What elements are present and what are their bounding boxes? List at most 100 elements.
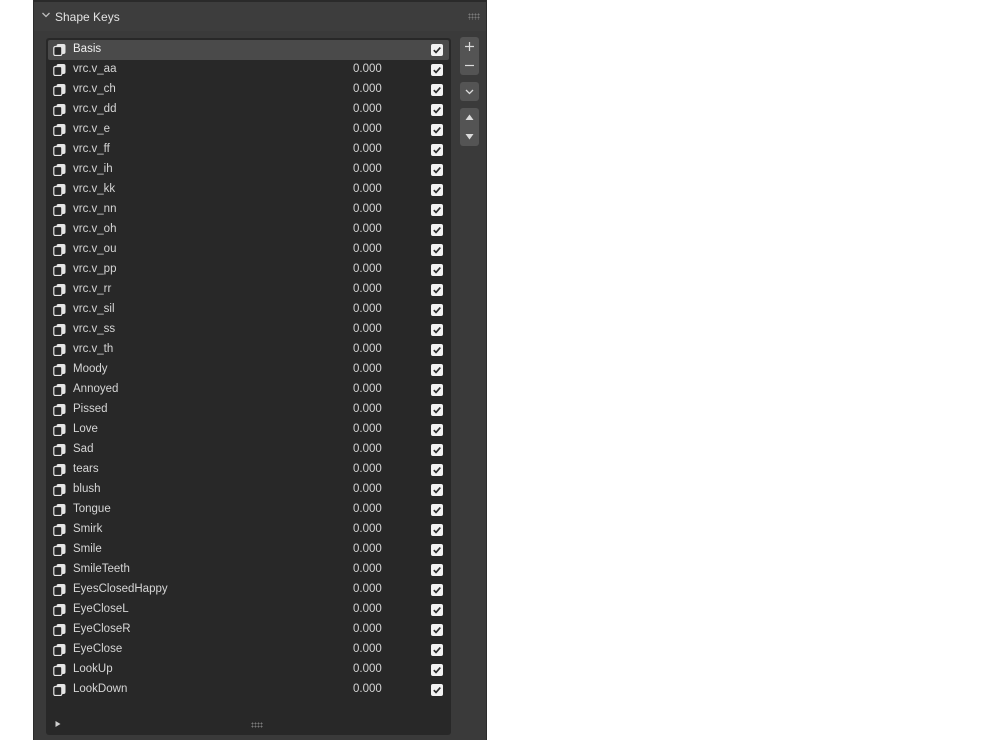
shape-key-row[interactable]: Love 0.000 <box>48 420 449 440</box>
shape-key-row[interactable]: blush 0.000 <box>48 480 449 500</box>
shape-key-value[interactable]: 0.000 <box>353 303 382 315</box>
shape-key-value[interactable]: 0.000 <box>353 543 382 555</box>
shape-key-name[interactable]: vrc.v_th <box>73 343 113 355</box>
shape-key-enabled-checkbox[interactable] <box>431 144 443 156</box>
shape-key-row[interactable]: vrc.v_sil 0.000 <box>48 300 449 320</box>
shape-key-enabled-checkbox[interactable] <box>431 384 443 396</box>
shape-key-enabled-checkbox[interactable] <box>431 464 443 476</box>
shape-key-row[interactable]: LookDown 0.000 <box>48 680 449 700</box>
triangle-right-icon[interactable] <box>54 720 62 728</box>
shape-key-enabled-checkbox[interactable] <box>431 84 443 96</box>
shape-key-enabled-checkbox[interactable] <box>431 424 443 436</box>
list-resize-grip-icon[interactable] <box>251 722 263 728</box>
shape-key-enabled-checkbox[interactable] <box>431 64 443 76</box>
shape-key-enabled-checkbox[interactable] <box>431 204 443 216</box>
shape-key-row[interactable]: tears 0.000 <box>48 460 449 480</box>
shape-key-name[interactable]: Love <box>73 423 98 435</box>
shape-key-value[interactable]: 0.000 <box>353 363 382 375</box>
shape-key-name[interactable]: SmileTeeth <box>73 563 130 575</box>
shape-key-name[interactable]: vrc.v_dd <box>73 103 116 115</box>
shape-key-value[interactable]: 0.000 <box>353 383 382 395</box>
shape-key-name[interactable]: vrc.v_e <box>73 123 110 135</box>
shape-key-value[interactable]: 0.000 <box>353 63 382 75</box>
shape-key-row[interactable]: vrc.v_e 0.000 <box>48 120 449 140</box>
shape-key-enabled-checkbox[interactable] <box>431 604 443 616</box>
shape-key-row[interactable]: vrc.v_kk 0.000 <box>48 180 449 200</box>
shape-key-enabled-checkbox[interactable] <box>431 564 443 576</box>
shape-key-name[interactable]: Annoyed <box>73 383 118 395</box>
shape-key-enabled-checkbox[interactable] <box>431 524 443 536</box>
shape-key-name[interactable]: vrc.v_aa <box>73 63 116 75</box>
grip-dots-icon[interactable] <box>468 13 480 20</box>
shape-key-value[interactable]: 0.000 <box>353 423 382 435</box>
shape-key-row[interactable]: EyeCloseR 0.000 <box>48 620 449 640</box>
shape-key-enabled-checkbox[interactable] <box>431 124 443 136</box>
remove-shape-key-button[interactable] <box>460 56 479 75</box>
shape-key-value[interactable]: 0.000 <box>353 283 382 295</box>
shape-key-value[interactable]: 0.000 <box>353 683 382 695</box>
shape-key-row[interactable]: Annoyed 0.000 <box>48 380 449 400</box>
shape-key-row[interactable]: LookUp 0.000 <box>48 660 449 680</box>
shape-key-row[interactable]: Moody 0.000 <box>48 360 449 380</box>
shape-key-value[interactable]: 0.000 <box>353 403 382 415</box>
shape-key-name[interactable]: blush <box>73 483 101 495</box>
shape-key-name[interactable]: vrc.v_ou <box>73 243 116 255</box>
shape-key-row[interactable]: vrc.v_ch 0.000 <box>48 80 449 100</box>
shape-key-name[interactable]: vrc.v_ss <box>73 323 115 335</box>
shape-key-name[interactable]: vrc.v_ch <box>73 83 116 95</box>
shape-key-name[interactable]: Smile <box>73 543 102 555</box>
shape-key-row[interactable]: vrc.v_th 0.000 <box>48 340 449 360</box>
shape-key-value[interactable]: 0.000 <box>353 343 382 355</box>
shape-key-row[interactable]: EyeClose 0.000 <box>48 640 449 660</box>
shape-key-enabled-checkbox[interactable] <box>431 344 443 356</box>
shape-key-value[interactable]: 0.000 <box>353 503 382 515</box>
shape-key-row[interactable]: vrc.v_ou 0.000 <box>48 240 449 260</box>
shape-key-name[interactable]: vrc.v_pp <box>73 263 116 275</box>
shape-key-value[interactable]: 0.000 <box>353 123 382 135</box>
shape-key-name[interactable]: vrc.v_oh <box>73 223 116 235</box>
shape-key-value[interactable]: 0.000 <box>353 203 382 215</box>
shape-key-value[interactable]: 0.000 <box>353 223 382 235</box>
shape-key-name[interactable]: vrc.v_ih <box>73 163 113 175</box>
shape-key-name[interactable]: EyeCloseR <box>73 623 131 635</box>
shape-key-row[interactable]: Basis <box>48 40 449 60</box>
shape-key-name[interactable]: vrc.v_sil <box>73 303 115 315</box>
shape-key-value[interactable]: 0.000 <box>353 183 382 195</box>
shape-key-enabled-checkbox[interactable] <box>431 304 443 316</box>
shape-key-name[interactable]: vrc.v_ff <box>73 143 110 155</box>
shape-key-enabled-checkbox[interactable] <box>431 444 443 456</box>
shape-key-name[interactable]: Sad <box>73 443 93 455</box>
shape-key-name[interactable]: LookDown <box>73 683 127 695</box>
shape-key-enabled-checkbox[interactable] <box>431 584 443 596</box>
shape-key-row[interactable]: vrc.v_ih 0.000 <box>48 160 449 180</box>
shape-key-name[interactable]: vrc.v_nn <box>73 203 116 215</box>
shape-key-enabled-checkbox[interactable] <box>431 184 443 196</box>
shape-key-value[interactable]: 0.000 <box>353 143 382 155</box>
shape-key-name[interactable]: LookUp <box>73 663 113 675</box>
shape-key-enabled-checkbox[interactable] <box>431 284 443 296</box>
shape-key-enabled-checkbox[interactable] <box>431 664 443 676</box>
shape-key-name[interactable]: Moody <box>73 363 108 375</box>
shape-key-name[interactable]: EyeClose <box>73 643 122 655</box>
shape-key-enabled-checkbox[interactable] <box>431 644 443 656</box>
shape-key-row[interactable]: vrc.v_pp 0.000 <box>48 260 449 280</box>
shape-key-value[interactable]: 0.000 <box>353 643 382 655</box>
shape-key-row[interactable]: SmileTeeth 0.000 <box>48 560 449 580</box>
shape-key-value[interactable]: 0.000 <box>353 563 382 575</box>
shape-key-row[interactable]: vrc.v_rr 0.000 <box>48 280 449 300</box>
shape-key-enabled-checkbox[interactable] <box>431 104 443 116</box>
shape-key-enabled-checkbox[interactable] <box>431 44 443 56</box>
shape-key-enabled-checkbox[interactable] <box>431 624 443 636</box>
shape-key-enabled-checkbox[interactable] <box>431 504 443 516</box>
shape-key-row[interactable]: vrc.v_oh 0.000 <box>48 220 449 240</box>
shape-key-value[interactable]: 0.000 <box>353 103 382 115</box>
shape-key-name[interactable]: Basis <box>73 43 101 55</box>
shape-key-value[interactable]: 0.000 <box>353 163 382 175</box>
shape-key-enabled-checkbox[interactable] <box>431 264 443 276</box>
shape-key-enabled-checkbox[interactable] <box>431 544 443 556</box>
shape-key-enabled-checkbox[interactable] <box>431 684 443 696</box>
shape-key-name[interactable]: Tongue <box>73 503 111 515</box>
shape-key-row[interactable]: EyeCloseL 0.000 <box>48 600 449 620</box>
shape-key-enabled-checkbox[interactable] <box>431 244 443 256</box>
shape-key-enabled-checkbox[interactable] <box>431 224 443 236</box>
